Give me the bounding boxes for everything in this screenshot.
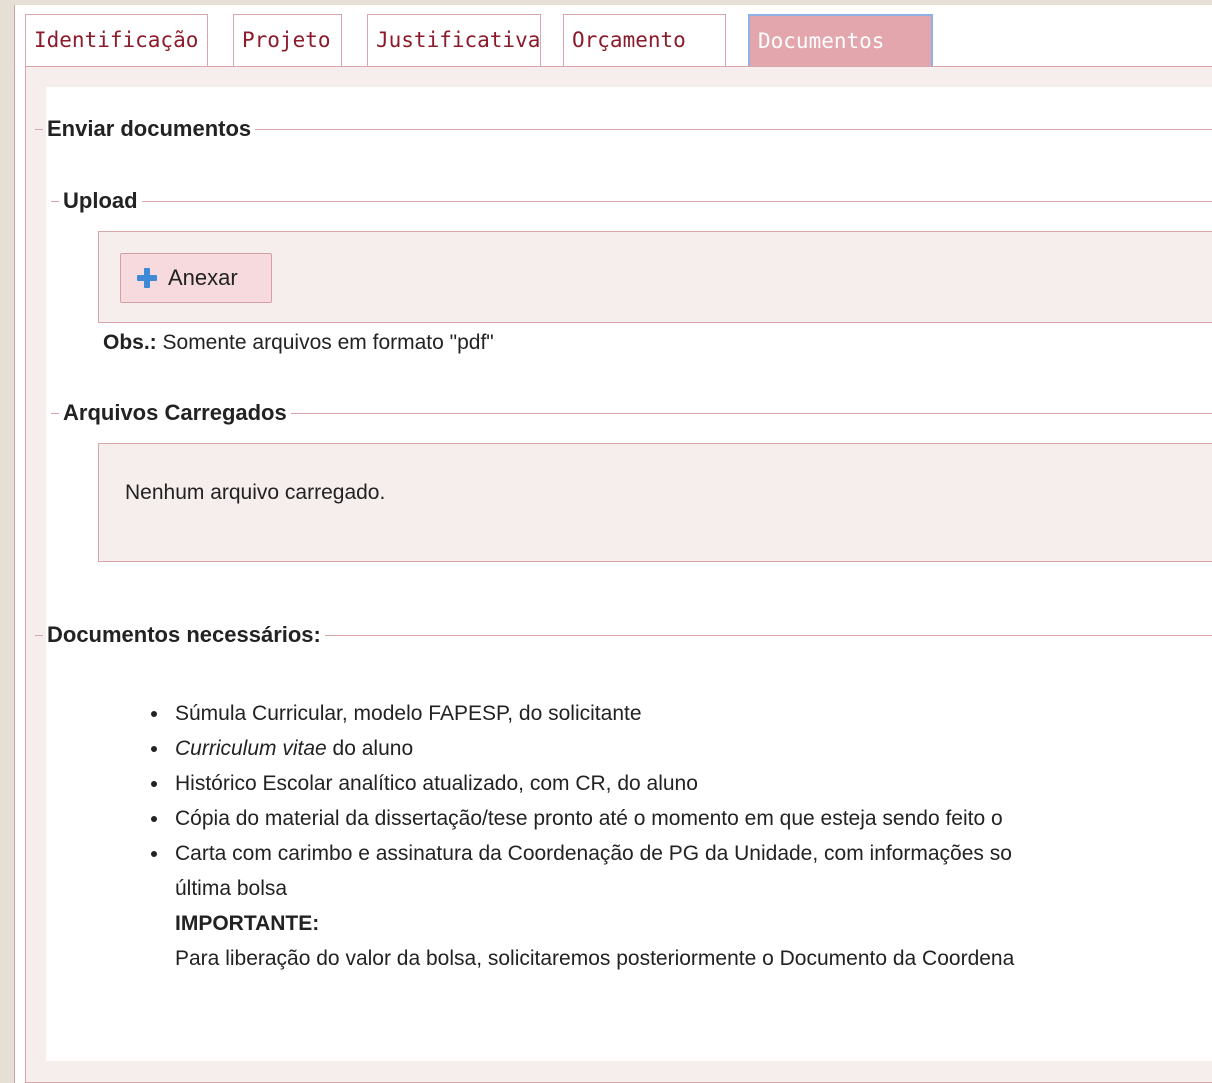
list-item-text: Cópia do material da dissertação/tese pr… (175, 807, 1003, 830)
bullet-icon (151, 851, 157, 857)
section-documentos-necessarios: Documentos necessários: (35, 621, 1212, 649)
divider (255, 128, 1212, 130)
list-item-text: Histórico Escolar analítico atualizado, … (175, 772, 698, 795)
divider (290, 412, 1212, 414)
section-enviar-documentos: Enviar documentos (35, 115, 1212, 143)
upload-note-text: Somente arquivos em formato "pdf" (156, 331, 494, 354)
required-documents-list: Súmula Curricular, modelo FAPESP, do sol… (145, 696, 1014, 976)
bullet-icon (151, 746, 157, 752)
divider (35, 634, 43, 636)
plus-icon (137, 268, 157, 288)
list-item: Carta com carimbo e assinatura da Coorde… (145, 836, 1014, 871)
list-item-text-italic: Curriculum vitae (175, 737, 327, 760)
important-title: IMPORTANTE: (175, 912, 320, 935)
tab-identificacao[interactable]: Identificação (25, 14, 208, 66)
list-item-continuation: última bolsa (175, 877, 288, 900)
divider (324, 634, 1212, 636)
list-item: Súmula Curricular, modelo FAPESP, do sol… (145, 696, 1014, 731)
section-title: Enviar documentos (47, 116, 252, 141)
list-item: Histórico Escolar analítico atualizado, … (145, 766, 1014, 801)
list-item: Cópia do material da dissertação/tese pr… (145, 801, 1014, 836)
section-upload: Upload (51, 187, 1212, 215)
anexar-button[interactable]: Anexar (120, 253, 272, 303)
list-item-text: Carta com carimbo e assinatura da Coorde… (175, 842, 1012, 865)
list-item-text: Súmula Curricular, modelo FAPESP, do sol… (175, 702, 642, 725)
list-item-text: do aluno (326, 737, 414, 760)
section-title: Upload (63, 188, 138, 213)
tab-orcamento[interactable]: Orçamento (563, 14, 726, 66)
tab-projeto[interactable]: Projeto (233, 14, 342, 66)
upload-panel: Anexar (98, 231, 1212, 323)
bullet-icon (151, 816, 157, 822)
page: Identificação Projeto Justificativa Orça… (14, 5, 1212, 1083)
anexar-button-label: Anexar (168, 265, 238, 290)
section-arquivos-carregados: Arquivos Carregados (51, 399, 1212, 427)
tab-justificativa[interactable]: Justificativa (367, 14, 541, 66)
divider (141, 200, 1212, 202)
tab-documentos[interactable]: Documentos (748, 14, 933, 67)
divider (35, 128, 43, 130)
important-text: Para liberação do valor da bolsa, solici… (175, 947, 1015, 970)
upload-note: Obs.: Somente arquivos em formato "pdf" (103, 331, 494, 355)
divider (51, 412, 59, 414)
divider (51, 200, 59, 202)
section-title: Arquivos Carregados (63, 400, 287, 425)
bullet-icon (151, 781, 157, 787)
bullet-icon (151, 711, 157, 717)
section-title: Documentos necessários: (47, 622, 321, 647)
uploaded-files-panel: Nenhum arquivo carregado. (98, 443, 1212, 562)
list-item: Curriculum vitae do aluno (145, 731, 1014, 766)
upload-note-label: Obs.: (103, 331, 157, 354)
empty-files-message: Nenhum arquivo carregado. (125, 481, 386, 504)
